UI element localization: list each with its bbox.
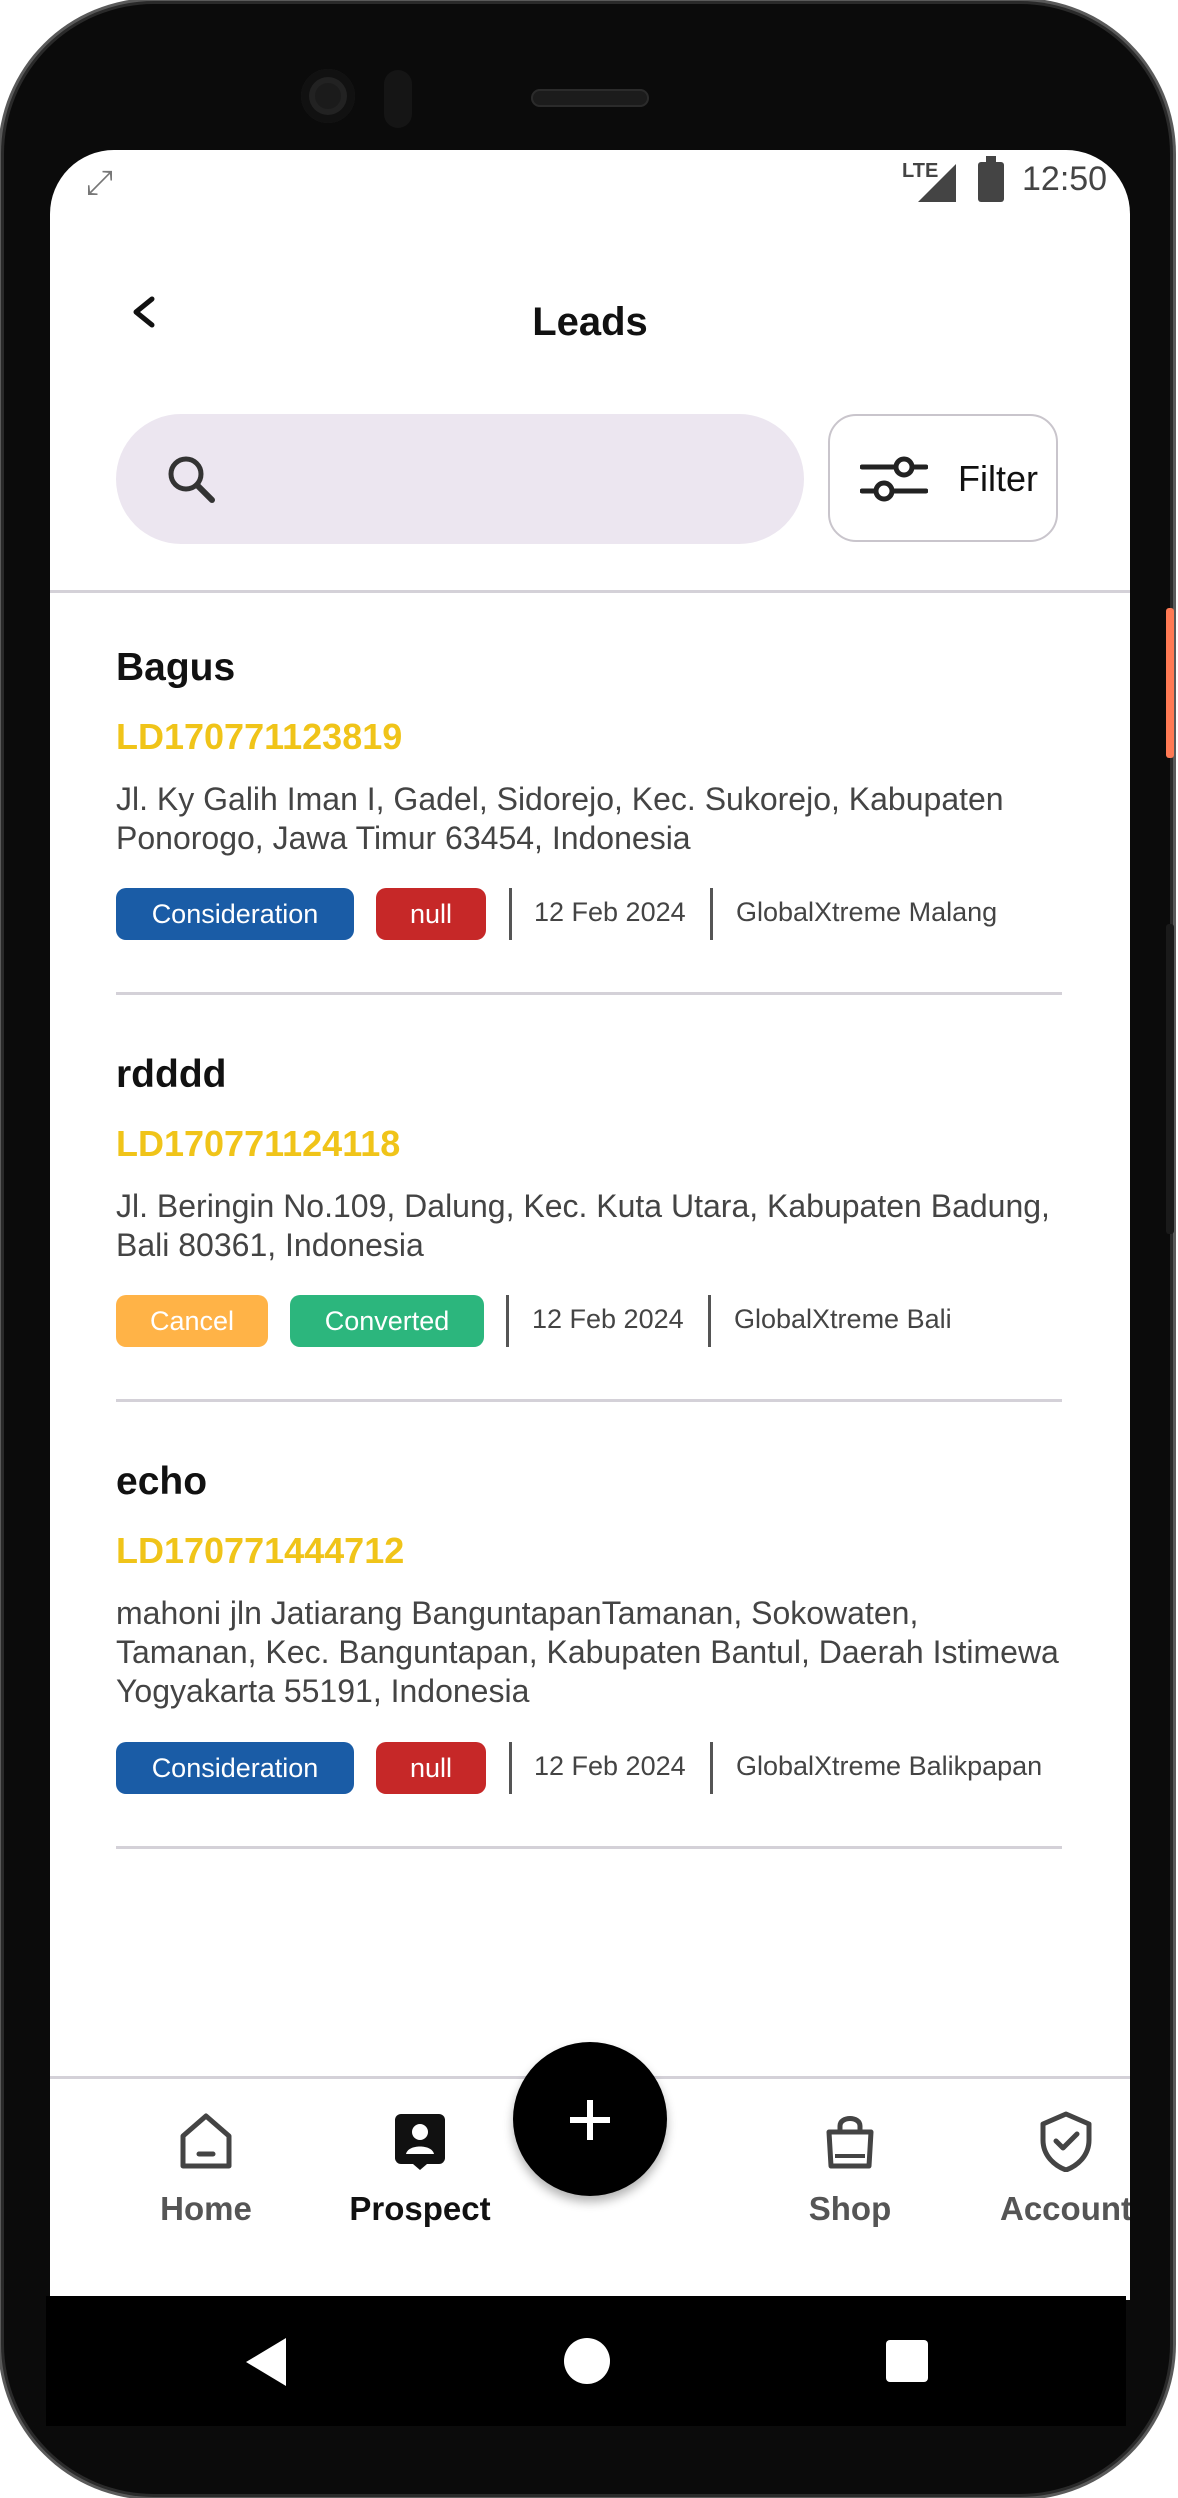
- search-input[interactable]: [236, 444, 770, 516]
- expand-icon: ⤢: [86, 164, 114, 202]
- back-arrow-icon[interactable]: [130, 290, 160, 334]
- status-bar: ⤢ LTE 12:50: [50, 150, 1130, 216]
- lead-card[interactable]: rdddd LD170771124118 Jl. Beringin No.109…: [116, 1053, 1062, 1402]
- lead-code: LD170771123819: [116, 716, 403, 757]
- side-button-volume: [1166, 924, 1174, 1234]
- system-home-icon[interactable]: [564, 2338, 610, 2384]
- header-divider: [50, 590, 1130, 593]
- app-screen: ⤢ LTE 12:50 Leads Filter Bagus LD1707711…: [50, 150, 1130, 2300]
- lead-divider: [116, 992, 1062, 995]
- battery-icon: [978, 156, 1004, 202]
- status-badge: Consideration: [116, 1742, 354, 1794]
- meta-separator: [506, 1295, 509, 1347]
- sub-status-badge: Converted: [290, 1295, 484, 1347]
- sub-status-badge: null: [376, 1742, 486, 1794]
- nav-label-account: Account: [1000, 2190, 1130, 2227]
- page-title: Leads: [532, 300, 648, 344]
- lead-name: rdddd: [116, 1053, 227, 1096]
- lead-code: LD170771124118: [116, 1123, 401, 1164]
- lead-divider: [116, 1846, 1062, 1849]
- shopping-bag-icon: [826, 2116, 874, 2169]
- meta-separator: [509, 1742, 512, 1794]
- proximity-sensor: [384, 70, 412, 128]
- phone-frame: ⤢ LTE 12:50 Leads Filter Bagus LD1707711…: [4, 4, 1174, 2494]
- meta-separator: [708, 1295, 711, 1347]
- earpiece-speaker: [531, 89, 649, 107]
- signal-icon: [918, 164, 956, 202]
- lead-address: mahoni jln Jatiarang BanguntapanTamanan,…: [116, 1595, 1059, 1709]
- lead-meta-row: Cancel Converted 12 Feb 2024 GlobalXtrem…: [116, 1295, 1062, 1349]
- lead-branch: GlobalXtreme Malang: [736, 897, 998, 927]
- lead-date: 12 Feb 2024: [532, 1304, 684, 1334]
- prospect-icon: [395, 2114, 445, 2170]
- lead-divider: [116, 1399, 1062, 1402]
- lead-card[interactable]: Bagus LD170771123819 Jl. Ky Galih Iman I…: [116, 646, 1062, 995]
- meta-separator: [509, 888, 512, 940]
- filter-label: Filter: [958, 458, 1038, 499]
- status-badge: Cancel: [116, 1295, 268, 1347]
- nav-label-home: Home: [160, 2190, 252, 2227]
- system-nav-bar: [46, 2296, 1126, 2426]
- lead-branch: GlobalXtreme Bali: [734, 1304, 952, 1334]
- device-screenshot: ⤢ LTE 12:50 Leads Filter Bagus LD1707711…: [0, 0, 1178, 2498]
- search-bar[interactable]: [116, 414, 804, 544]
- meta-separator: [710, 1742, 713, 1794]
- nav-item-account[interactable]: Account: [966, 2110, 1130, 2228]
- sliders-icon: [860, 456, 928, 502]
- account-shield-icon: [1040, 2111, 1092, 2172]
- front-camera: [301, 69, 355, 123]
- lead-name: echo: [116, 1460, 208, 1503]
- system-back-icon[interactable]: [246, 2338, 286, 2386]
- lead-card[interactable]: echo LD170771444712 mahoni jln Jatiarang…: [116, 1460, 1062, 1849]
- lead-date: 12 Feb 2024: [534, 1751, 686, 1781]
- side-button-power: [1166, 608, 1174, 758]
- lead-address: Jl. Beringin No.109, Dalung, Kec. Kuta U…: [116, 1188, 1050, 1263]
- nav-item-shop[interactable]: Shop: [750, 2110, 950, 2228]
- lead-address: Jl. Ky Galih Iman I, Gadel, Sidorejo, Ke…: [116, 781, 1004, 856]
- lead-meta-row: Consideration null 12 Feb 2024 GlobalXtr…: [116, 1742, 1062, 1796]
- lead-meta-row: Consideration null 12 Feb 2024 GlobalXtr…: [116, 888, 1062, 942]
- nav-label-shop: Shop: [808, 2190, 892, 2227]
- lead-branch: GlobalXtreme Balikpapan: [736, 1751, 1043, 1781]
- filter-button[interactable]: Filter: [828, 414, 1058, 542]
- home-icon: [180, 2113, 232, 2169]
- add-lead-button[interactable]: [513, 2042, 667, 2196]
- plus-icon-vertical: [587, 2100, 593, 2140]
- lead-date: 12 Feb 2024: [534, 897, 686, 927]
- status-badge: Consideration: [116, 888, 354, 940]
- system-recents-icon[interactable]: [886, 2340, 928, 2382]
- nav-item-prospect[interactable]: Prospect: [320, 2110, 520, 2228]
- status-time: 12:50: [1022, 160, 1108, 198]
- lead-code: LD170771444712: [116, 1530, 405, 1571]
- meta-separator: [710, 888, 713, 940]
- nav-item-home[interactable]: Home: [106, 2110, 306, 2228]
- search-icon: [168, 456, 215, 503]
- sub-status-badge: null: [376, 888, 486, 940]
- lead-name: Bagus: [116, 646, 236, 689]
- nav-label-prospect: Prospect: [349, 2190, 491, 2227]
